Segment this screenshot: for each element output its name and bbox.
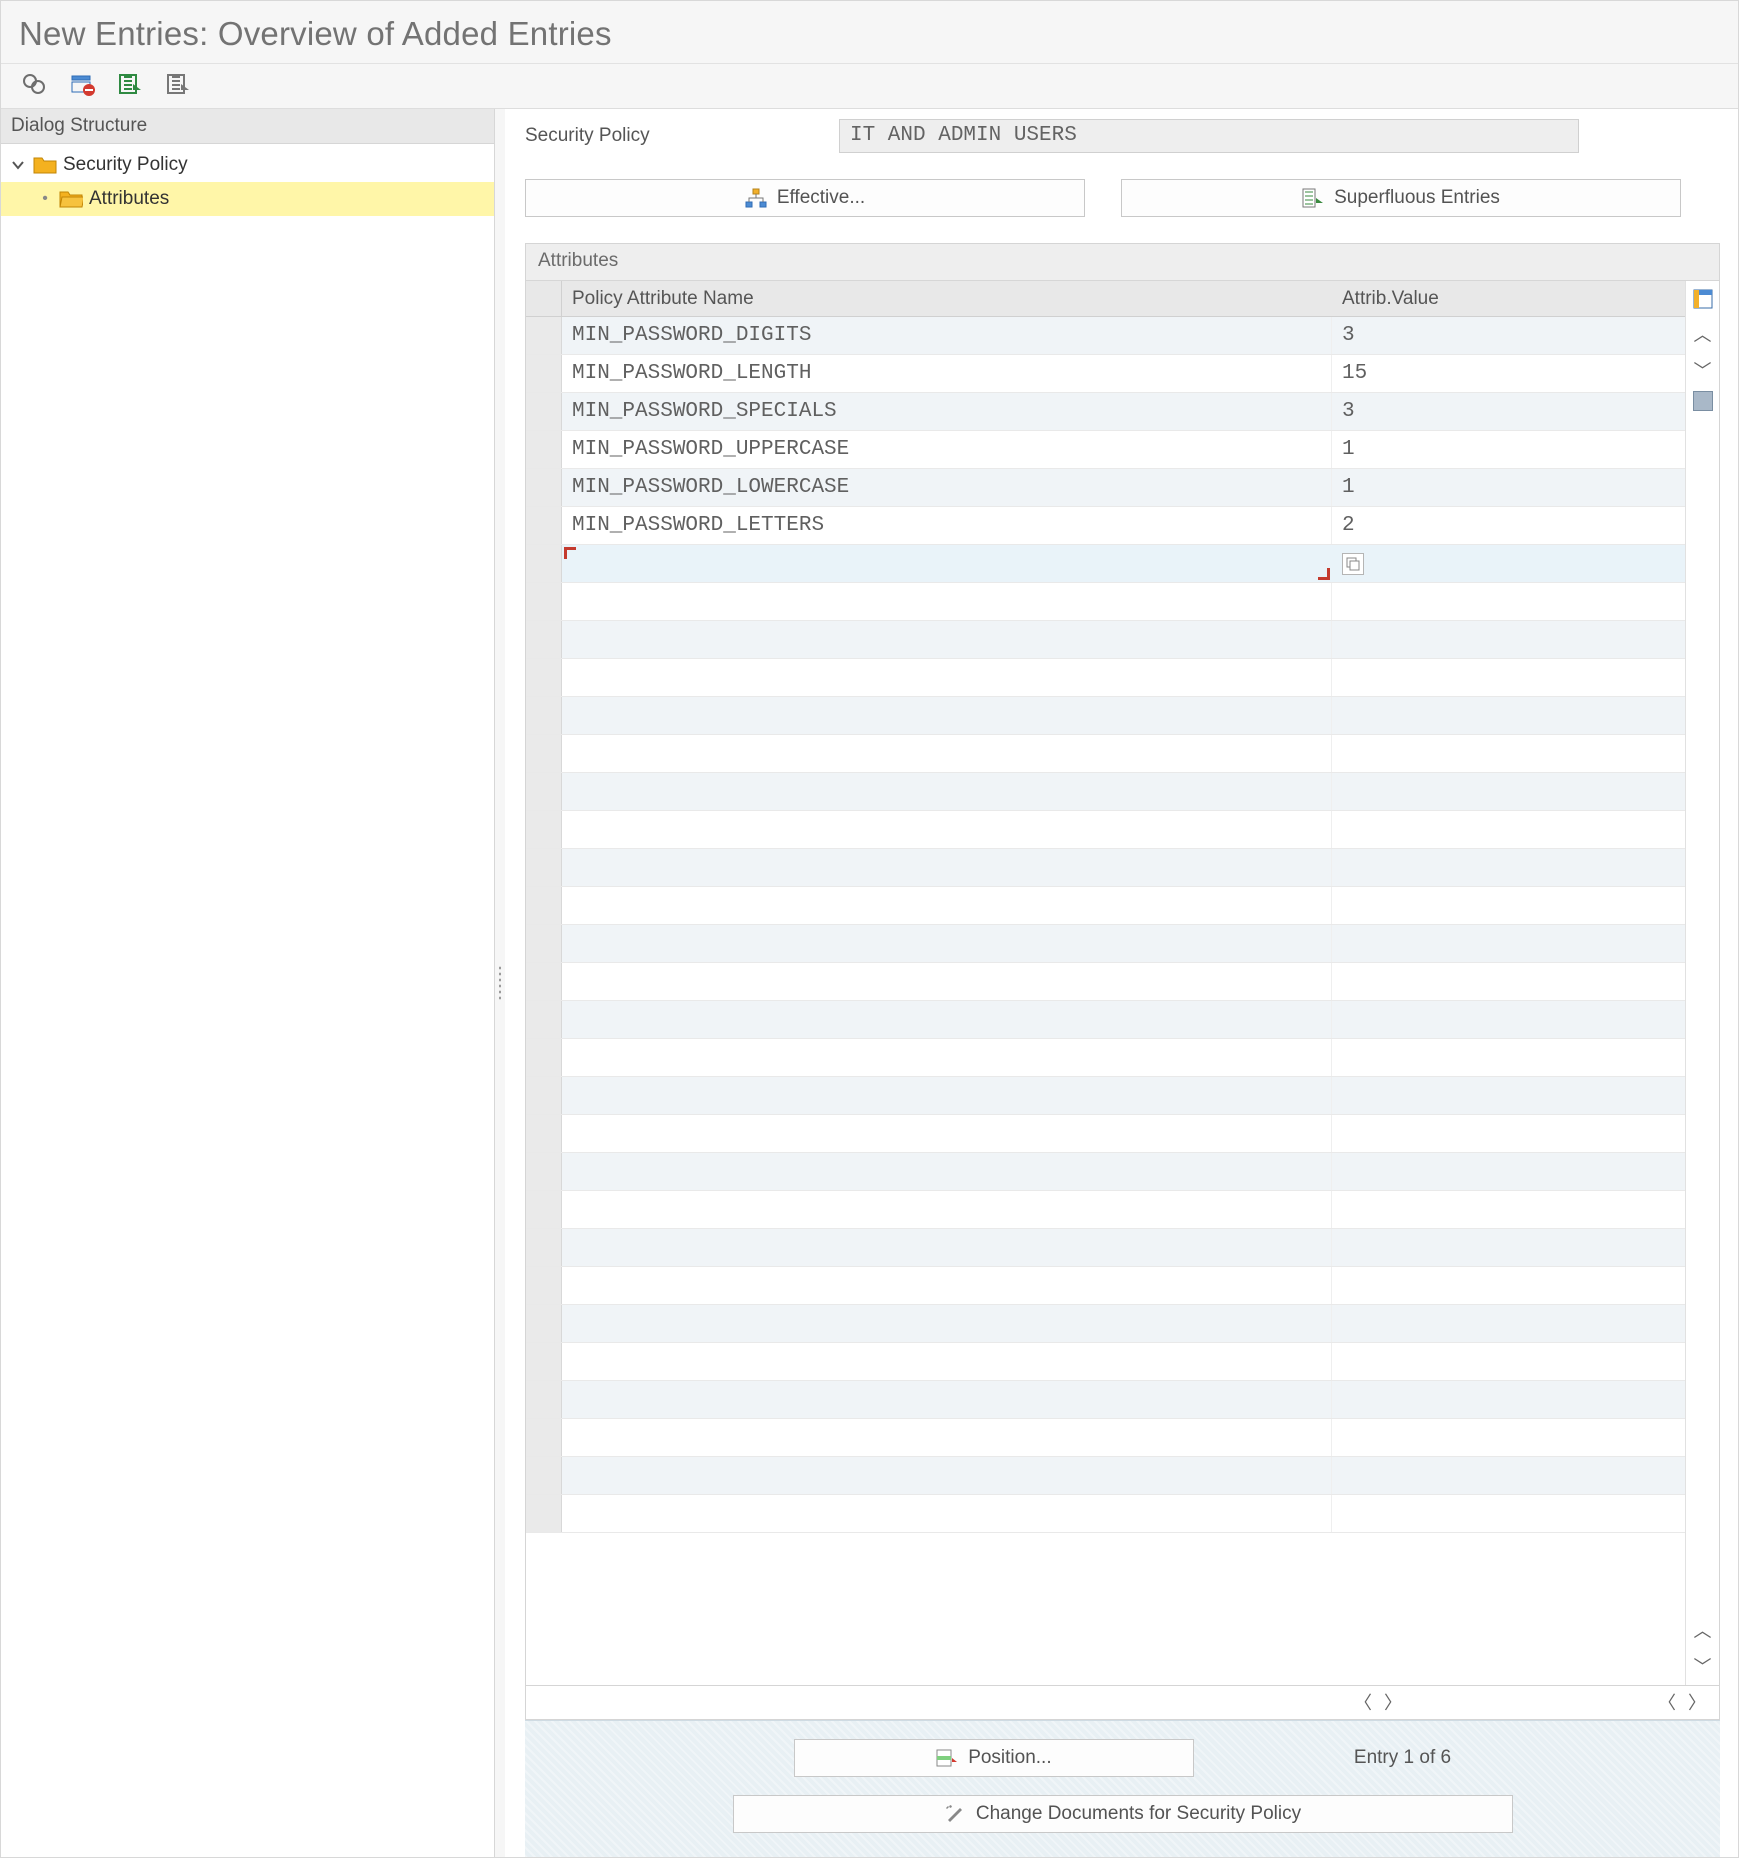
table-row[interactable]: MIN_PASSWORD_SPECIALS3 bbox=[526, 393, 1685, 431]
table-row[interactable] bbox=[526, 1191, 1685, 1229]
tree-toggle-icon[interactable] bbox=[9, 159, 27, 171]
table-row[interactable] bbox=[526, 773, 1685, 811]
table-row[interactable] bbox=[526, 1267, 1685, 1305]
tree-node-attributes[interactable]: • Attributes bbox=[1, 182, 494, 216]
table-row[interactable] bbox=[526, 1039, 1685, 1077]
column-header-name[interactable]: Policy Attribute Name bbox=[562, 281, 1332, 316]
table-row[interactable] bbox=[526, 963, 1685, 1001]
table-row[interactable] bbox=[526, 1381, 1685, 1419]
tree-label-security-policy: Security Policy bbox=[63, 154, 188, 176]
dialog-structure-header: Dialog Structure bbox=[1, 109, 494, 144]
table-row[interactable] bbox=[526, 735, 1685, 773]
superfluous-label: Superfluous Entries bbox=[1334, 187, 1500, 209]
splitter-handle[interactable] bbox=[495, 109, 505, 1857]
table-row[interactable] bbox=[526, 1457, 1685, 1495]
table-row[interactable] bbox=[526, 925, 1685, 963]
hscroll-left-icon[interactable]: 〈 bbox=[1349, 1689, 1377, 1717]
window-title-bar: New Entries: Overview of Added Entries bbox=[1, 1, 1738, 64]
position-label: Position... bbox=[968, 1747, 1051, 1769]
cell-attr-name[interactable]: MIN_PASSWORD_LOWERCASE bbox=[562, 469, 1332, 506]
dialog-structure-panel: Dialog Structure Security Policy • Attri… bbox=[1, 109, 495, 1857]
table-row[interactable] bbox=[526, 849, 1685, 887]
toggle-display-icon[interactable] bbox=[19, 70, 49, 98]
change-documents-button[interactable]: Change Documents for Security Policy bbox=[733, 1795, 1513, 1833]
effective-label: Effective... bbox=[777, 187, 865, 209]
configure-columns-icon[interactable] bbox=[1689, 285, 1717, 313]
table-row[interactable] bbox=[526, 659, 1685, 697]
cell-attr-name[interactable]: MIN_PASSWORD_SPECIALS bbox=[562, 393, 1332, 430]
attributes-grid-body: MIN_PASSWORD_DIGITS3MIN_PASSWORD_LENGTH1… bbox=[526, 317, 1685, 1685]
table-row[interactable] bbox=[526, 1115, 1685, 1153]
hscroll-right-icon[interactable]: 〉 bbox=[1379, 1689, 1407, 1717]
list-arrow-icon bbox=[1302, 188, 1324, 208]
cell-attr-value[interactable]: 1 bbox=[1332, 431, 1622, 468]
tree-label-attributes: Attributes bbox=[89, 188, 169, 210]
superfluous-entries-button[interactable]: Superfluous Entries bbox=[1121, 179, 1681, 217]
security-policy-field: IT AND ADMIN USERS bbox=[839, 119, 1579, 153]
table-row[interactable] bbox=[526, 811, 1685, 849]
cell-attr-name[interactable]: MIN_PASSWORD_LENGTH bbox=[562, 355, 1332, 392]
scrollbar-thumb[interactable] bbox=[1693, 391, 1713, 411]
deselect-all-icon[interactable] bbox=[163, 70, 193, 98]
scroll-down-icon[interactable]: ﹀ bbox=[1689, 357, 1717, 385]
scroll-down-bottom-icon[interactable]: ﹀ bbox=[1689, 1653, 1717, 1681]
cell-attr-value[interactable]: 3 bbox=[1332, 393, 1622, 430]
scroll-up-bottom-icon[interactable]: ︿ bbox=[1689, 1617, 1717, 1645]
table-row[interactable] bbox=[526, 1229, 1685, 1267]
folder-open-icon bbox=[59, 189, 83, 209]
table-row[interactable] bbox=[526, 1077, 1685, 1115]
value-help-icon[interactable] bbox=[1342, 553, 1364, 575]
cell-attr-name[interactable]: MIN_PASSWORD_DIGITS bbox=[562, 317, 1332, 354]
position-icon bbox=[936, 1749, 958, 1767]
table-row[interactable] bbox=[526, 621, 1685, 659]
table-row[interactable] bbox=[526, 1305, 1685, 1343]
wand-icon bbox=[944, 1804, 966, 1824]
table-row[interactable] bbox=[526, 697, 1685, 735]
entry-counter: Entry 1 of 6 bbox=[1354, 1747, 1451, 1769]
effective-button[interactable]: Effective... bbox=[525, 179, 1085, 217]
cell-attr-value[interactable]: 3 bbox=[1332, 317, 1622, 354]
table-row[interactable]: MIN_PASSWORD_LOWERCASE1 bbox=[526, 469, 1685, 507]
hierarchy-icon bbox=[745, 188, 767, 208]
hscroll-right-end-icon[interactable]: 〉 bbox=[1683, 1689, 1711, 1717]
scroll-up-icon[interactable]: ︿ bbox=[1689, 321, 1717, 349]
delete-entry-icon[interactable] bbox=[67, 70, 97, 98]
cell-attr-value[interactable]: 15 bbox=[1332, 355, 1622, 392]
table-row[interactable]: MIN_PASSWORD_LENGTH15 bbox=[526, 355, 1685, 393]
cell-attr-name[interactable]: MIN_PASSWORD_UPPERCASE bbox=[562, 431, 1332, 468]
tree-node-security-policy[interactable]: Security Policy bbox=[1, 148, 494, 182]
table-row[interactable] bbox=[526, 583, 1685, 621]
app-toolbar bbox=[1, 64, 1738, 109]
position-button[interactable]: Position... bbox=[794, 1739, 1194, 1777]
select-all-icon[interactable] bbox=[115, 70, 145, 98]
security-policy-label: Security Policy bbox=[525, 125, 815, 147]
page-title: New Entries: Overview of Added Entries bbox=[19, 15, 1720, 53]
cell-attr-value[interactable]: 1 bbox=[1332, 469, 1622, 506]
attr-name-input[interactable] bbox=[562, 545, 1332, 582]
table-row[interactable] bbox=[526, 887, 1685, 925]
attributes-grid-title: Attributes bbox=[526, 244, 1719, 281]
table-row[interactable] bbox=[526, 1343, 1685, 1381]
table-row[interactable] bbox=[526, 1495, 1685, 1533]
tree-bullet-icon: • bbox=[37, 190, 53, 208]
table-row[interactable] bbox=[526, 1001, 1685, 1039]
table-row[interactable] bbox=[526, 545, 1685, 583]
cell-attr-value[interactable]: 2 bbox=[1332, 507, 1622, 544]
table-row[interactable] bbox=[526, 1153, 1685, 1191]
cell-attr-name[interactable]: MIN_PASSWORD_LETTERS bbox=[562, 507, 1332, 544]
table-row[interactable]: MIN_PASSWORD_DIGITS3 bbox=[526, 317, 1685, 355]
folder-icon bbox=[33, 155, 57, 175]
table-row[interactable]: MIN_PASSWORD_UPPERCASE1 bbox=[526, 431, 1685, 469]
hscroll-left-end-icon[interactable]: 〈 bbox=[1653, 1689, 1681, 1717]
table-row[interactable] bbox=[526, 1419, 1685, 1457]
change-documents-label: Change Documents for Security Policy bbox=[976, 1803, 1301, 1825]
column-header-value[interactable]: Attrib.Value bbox=[1332, 281, 1622, 316]
table-row[interactable]: MIN_PASSWORD_LETTERS2 bbox=[526, 507, 1685, 545]
attributes-grid-header: Policy Attribute Name Attrib.Value bbox=[526, 281, 1685, 317]
